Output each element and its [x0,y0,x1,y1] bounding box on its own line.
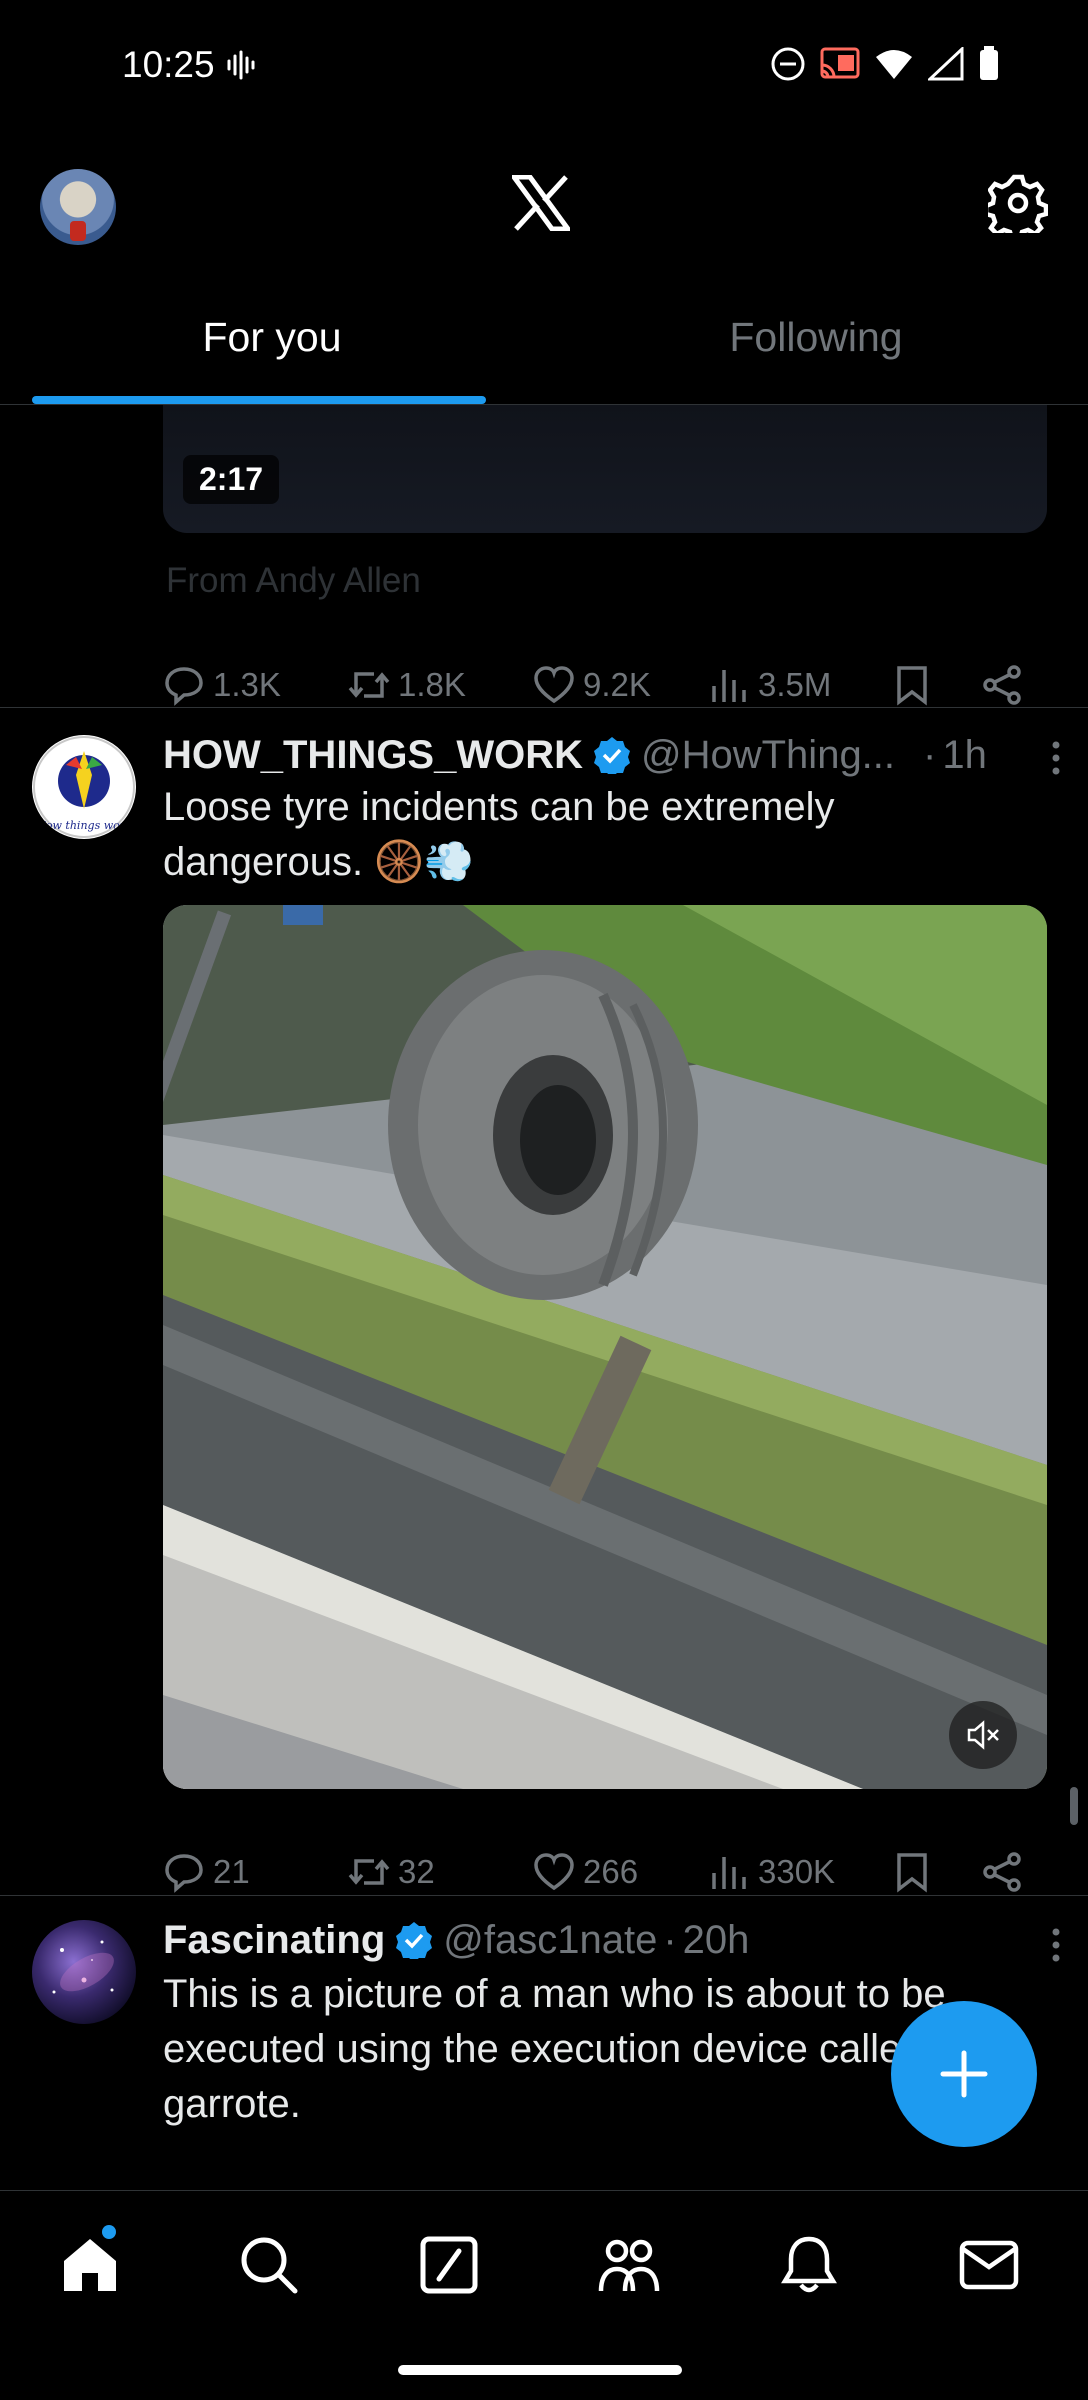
cast-icon [820,47,860,79]
video-duration: 2:17 [183,455,280,504]
post-divider [0,707,1088,708]
views-icon [712,670,746,702]
heart-icon [534,1853,574,1891]
like-button[interactable]: 9.2K [533,664,651,706]
tab-for-you[interactable]: For you [0,270,544,404]
retweet-count: 32 [398,1853,435,1890]
like-count: 9.2K [583,666,651,703]
sound-wave-icon [225,50,255,85]
post-actions: 21 32 266 330K [163,1842,1047,1902]
reply-icon [165,667,203,706]
post-text[interactable]: Loose tyre incidents can be extremely da… [163,780,1043,890]
previous-post-video[interactable]: 2:17 [163,405,1047,533]
timeline-feed[interactable]: 2:17 From Andy Allen 1.3K 1.8K 9.2K 3.5M [0,405,1088,2190]
battery-icon [980,46,998,80]
views-button[interactable]: 3.5M [708,664,831,706]
bookmark-button[interactable] [891,664,933,706]
separator-dot: · [923,732,937,777]
home-icon[interactable] [58,2233,122,2297]
grok-icon[interactable] [417,2233,481,2297]
home-notification-dot [102,2225,116,2239]
wifi-icon [876,50,912,79]
author-name[interactable]: HOW_THINGS_WORK [163,733,583,778]
search-icon[interactable] [237,2233,301,2297]
how-things-work-avatar[interactable]: How things work [32,735,136,839]
author-handle[interactable]: @fasc1nate [443,1918,657,1963]
previous-post-actions: 1.3K 1.8K 9.2K 3.5M [163,655,1047,715]
bookmark-icon [897,666,927,706]
active-tab-indicator [32,396,486,404]
app-header [0,135,1088,270]
more-options-icon[interactable] [1046,1927,1066,1963]
reply-count: 21 [213,1853,250,1890]
bottom-navigation [0,2190,1088,2400]
views-count: 330K [758,1853,836,1890]
author-name[interactable]: Fascinating [163,1918,385,1963]
reply-button[interactable]: 1.3K [163,664,281,706]
post-divider [0,1895,1088,1896]
messages-icon[interactable] [957,2233,1021,2297]
verified-badge-icon [594,737,630,774]
author-handle[interactable]: @HowThing... [641,733,895,778]
more-options-icon[interactable] [1046,740,1066,776]
separator-dot: · [663,1917,677,1962]
post-header: Fascinating @fasc1nate · 20h [163,1910,1063,1970]
status-time: 10:25 [122,44,215,85]
retweet-icon [348,1859,390,1885]
timeline-tabs: For you Following [0,270,1088,405]
share-icon [983,1852,1021,1892]
views-button[interactable]: 330K [708,1851,835,1893]
retweet-count: 1.8K [398,666,466,703]
retweet-button[interactable]: 1.8K [348,664,466,706]
bookmark-icon [897,1853,927,1893]
reply-icon [165,1854,203,1893]
avatar-lettering: How things work [35,819,132,832]
verified-badge-icon [396,1922,433,1959]
post-header: HOW_THINGS_WORK @HowThing... · 1h [163,725,1063,785]
retweet-button[interactable]: 32 [348,1851,435,1893]
heart-icon [534,666,574,704]
communities-icon[interactable] [597,2233,661,2297]
status-bar: 10:25 [0,0,1088,135]
status-icons [770,46,1000,82]
muted-speaker-icon [967,1720,999,1750]
tab-following[interactable]: Following [544,270,1088,404]
share-button[interactable] [981,1851,1023,1893]
like-button[interactable]: 266 [533,1851,638,1893]
x-logo-icon[interactable] [512,175,570,231]
compose-post-button[interactable] [891,2001,1037,2147]
post-time[interactable]: 1h [942,733,987,778]
like-count: 266 [583,1853,639,1890]
feed-scrollbar[interactable] [1070,1787,1078,1825]
post-video[interactable] [163,905,1047,1789]
do-not-disturb-icon [771,47,805,81]
share-button[interactable] [981,664,1023,706]
mute-toggle-button[interactable] [949,1701,1017,1769]
post-time[interactable]: 20h [683,1918,750,1963]
gesture-home-indicator[interactable] [398,2365,682,2375]
views-count: 3.5M [758,666,832,703]
fascinating-avatar[interactable] [32,1920,136,2024]
gear-icon[interactable] [988,173,1048,233]
signal-icon [928,47,964,81]
from-attribution[interactable]: From Andy Allen [166,561,421,601]
notifications-icon[interactable] [777,2233,841,2297]
plus-icon [940,2050,988,2098]
bookmark-button[interactable] [891,1851,933,1893]
tab-following-label: Following [729,313,903,360]
tab-for-you-label: For you [202,313,342,360]
reply-button[interactable]: 21 [163,1851,250,1893]
profile-avatar[interactable] [40,169,116,245]
video-frame [163,905,1047,1789]
reply-count: 1.3K [213,666,281,703]
share-icon [983,665,1021,705]
views-icon [712,1857,746,1889]
retweet-icon [348,672,390,698]
